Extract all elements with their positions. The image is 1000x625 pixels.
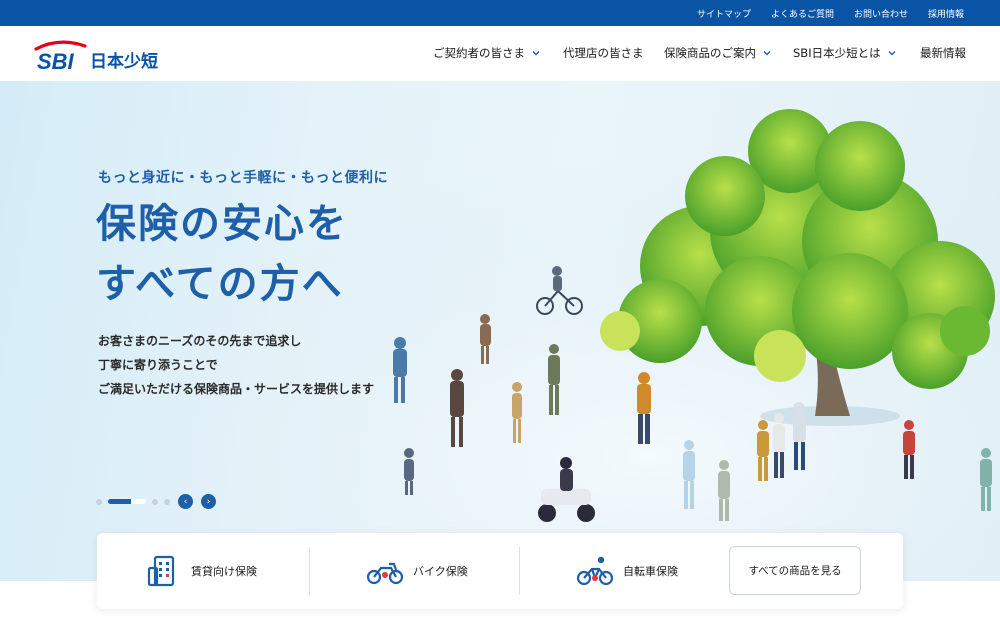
nav-news[interactable]: 最新情報 <box>920 45 966 61</box>
divider <box>309 547 310 595</box>
sitemap-link[interactable]: サイトマップ <box>697 7 751 20</box>
hero-copy-line: 丁寧に寄り添うことで <box>98 358 218 372</box>
hero-banner: もっと身近に・もっと手軽に・もっと便利に 保険の安心を すべての方へ お客さまの… <box>0 81 1000 581</box>
hero-headline-line: 保険の安心を <box>96 201 348 247</box>
careers-link[interactable]: 採用情報 <box>928 7 964 20</box>
divider <box>519 547 520 595</box>
carousel-dot[interactable] <box>152 498 158 505</box>
site-header: SBI 日本少短 ご契約者の皆さま 代理店の皆さま 保険商品のご案内 SBI日本… <box>0 26 1000 81</box>
hero-copy-line: ご満足いただける保険商品・サービスを提供します <box>98 382 375 396</box>
carousel-prev-button[interactable]: ‹ <box>178 494 193 509</box>
carousel-indicators: ‹ › <box>96 494 216 509</box>
faq-link[interactable]: よくあるご質問 <box>771 7 834 20</box>
nav-label: ご契約者の皆さま <box>433 46 525 60</box>
product-shortcuts: 賃貸向け保険 バイク保険 自転車保険 すべての商品を見る <box>97 533 903 609</box>
hero-headline: 保険の安心を すべての方へ <box>96 194 348 314</box>
product-label: 自転車保険 <box>623 565 678 578</box>
hero-copy-line: お客さまのニーズのその先まで追求し <box>98 334 302 348</box>
hero-description: お客さまのニーズのその先まで追求し 丁寧に寄り添うことで ご満足いただける保険商… <box>98 329 374 401</box>
nav-policyholders[interactable]: ご契約者の皆さま <box>433 45 541 61</box>
bicycle-icon <box>577 556 613 586</box>
product-label: 賃貸向け保険 <box>191 565 257 578</box>
sbi-logo[interactable]: SBI 日本少短 <box>33 38 173 72</box>
carousel-next-button[interactable]: › <box>201 494 216 509</box>
nav-label: 最新情報 <box>920 46 966 60</box>
motorcycle-insurance-link[interactable]: バイク保険 <box>367 547 468 595</box>
hero-tagline: もっと身近に・もっと手軽に・もっと便利に <box>98 170 388 186</box>
motorcycle-icon <box>367 562 403 585</box>
chevron-down-icon <box>532 51 540 56</box>
logo-mark: SBI <box>37 49 75 72</box>
logo-name: 日本少短 <box>90 51 158 72</box>
bicycle-insurance-link[interactable]: 自転車保険 <box>577 547 678 595</box>
carousel-dot-active[interactable] <box>108 499 146 504</box>
chevron-down-icon <box>763 51 771 56</box>
carousel-dot[interactable] <box>96 498 102 505</box>
view-all-products-button[interactable]: すべての商品を見る <box>729 546 861 595</box>
nav-agencies[interactable]: 代理店の皆さま <box>563 45 644 61</box>
nav-products[interactable]: 保険商品のご案内 <box>664 45 772 61</box>
utility-bar: サイトマップ よくあるご質問 お問い合わせ 採用情報 <box>0 0 1000 26</box>
nav-label: 保険商品のご案内 <box>664 46 756 60</box>
chevron-down-icon <box>888 51 896 56</box>
hero-headline-line: すべての方へ <box>96 261 344 307</box>
rental-insurance-link[interactable]: 賃貸向け保険 <box>147 547 257 595</box>
product-label: バイク保険 <box>413 565 468 578</box>
contact-link[interactable]: お問い合わせ <box>854 7 908 20</box>
building-icon <box>147 555 175 587</box>
nav-about[interactable]: SBI日本少短とは <box>793 45 897 61</box>
carousel-dot[interactable] <box>164 498 170 505</box>
nav-label: SBI日本少短とは <box>793 46 881 60</box>
nav-label: 代理店の皆さま <box>563 46 644 60</box>
